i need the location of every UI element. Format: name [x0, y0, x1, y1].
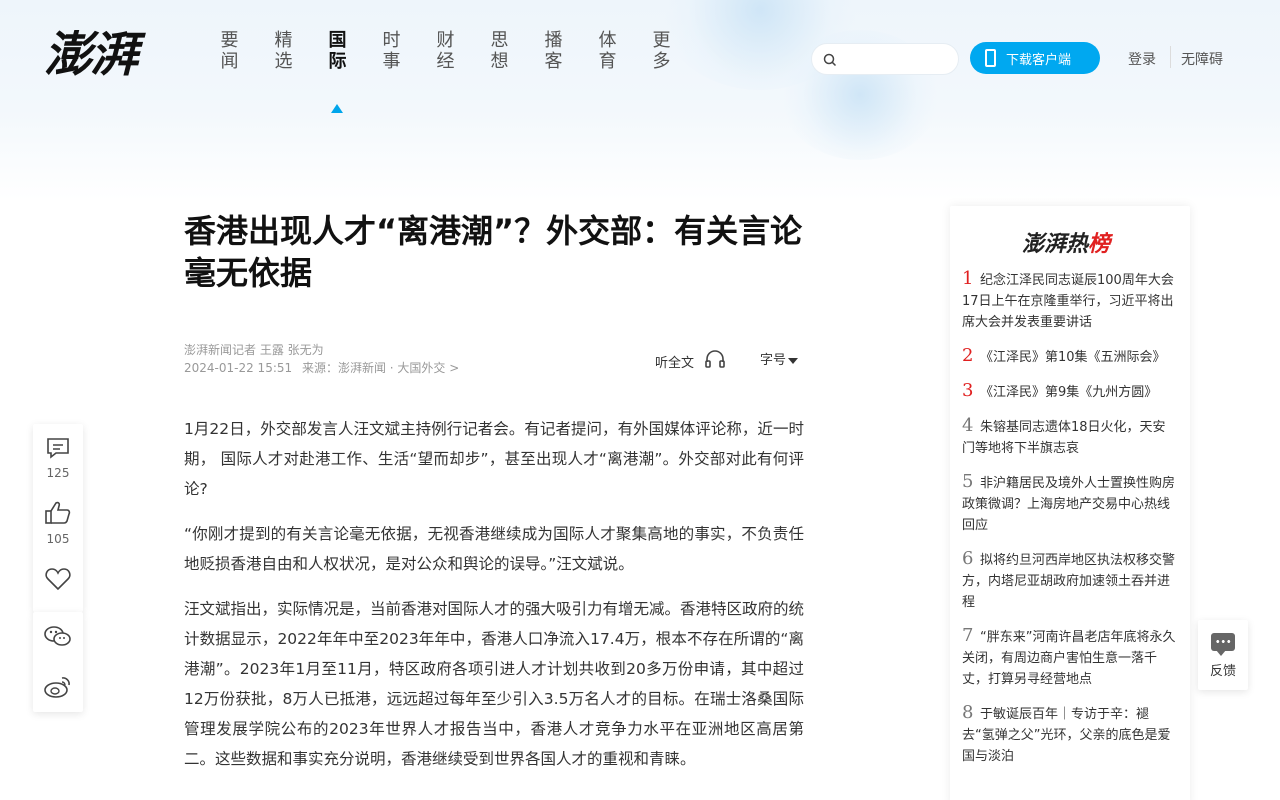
nav-item-international[interactable]: 国际 [328, 30, 382, 72]
article-paragraph: 1月22日，外交部发言人汪文斌主持例行记者会。有记者提问，有外国媒体评论称，近一… [184, 420, 804, 498]
like-count: 105 [46, 532, 70, 546]
wechat-share-button[interactable] [33, 624, 83, 654]
source-prefix: 来源： [301, 361, 338, 375]
hot-list-item[interactable]: 2 《江泽民》第10集《五洲际会》 [962, 345, 1176, 368]
nav-item-more[interactable]: 更多 [652, 30, 706, 72]
download-app-button[interactable]: 下载客户端 [970, 42, 1100, 74]
phone-icon [985, 49, 996, 67]
action-bar: 125 105 [33, 424, 83, 612]
article-source-link[interactable]: 澎湃新闻 · 大国外交 > [338, 361, 459, 375]
article-paragraph: 汪文斌指出，实际情况是，当前香港对国际人才的强大吸引力有增无减。香港特区政府的统… [184, 600, 805, 768]
hot-list-item[interactable]: 1 纪念江泽民同志诞辰100周年大会17日上午在京隆重举行，习近平将出席大会并发表… [962, 268, 1176, 333]
chat-bubble-icon [1211, 633, 1235, 656]
hot-list-item[interactable]: 7 “胖东来”河南许昌老店年底将永久关闭，有周边商户害怕生意一落千丈，打算另寻经营… [962, 625, 1176, 690]
login-link[interactable]: 登录 [1128, 49, 1156, 69]
hot-list-item[interactable]: 4 朱镕基同志遗体18日火化，天安门等地将下半旗志哀 [962, 415, 1176, 459]
nav-item-featured[interactable]: 精选 [274, 30, 328, 72]
hot-list-panel: 澎湃热榜 1 纪念江泽民同志诞辰100周年大会17日上午在京隆重举行，习近平将出席… [950, 206, 1190, 800]
listen-button[interactable]: 听全文 [655, 349, 726, 373]
article-paragraph: “你刚才提到的有关言论毫无依据，无视香港继续成为国际人才聚集高地的事实，不负责任… [184, 525, 804, 573]
font-size-button[interactable]: 字号 [760, 349, 799, 368]
favorite-button[interactable] [33, 566, 83, 596]
feedback-label: 反馈 [1209, 664, 1236, 679]
weibo-icon [43, 677, 73, 704]
article-authors: 澎湃新闻记者 王露 张无为 [184, 343, 324, 357]
thumbs-up-icon [44, 501, 72, 530]
heart-icon [44, 568, 72, 596]
listen-label: 听全文 [655, 355, 695, 371]
search-icon[interactable] [823, 52, 837, 71]
active-nav-indicator [331, 104, 343, 113]
site-logo[interactable]: 澎湃 [44, 26, 154, 84]
hot-list-item[interactable]: 5 非沪籍居民及境外人士置换性购房政策微调？上海房地产交易中心热线回应 [962, 471, 1176, 536]
font-size-label: 字号 [760, 353, 787, 368]
hot-list-item[interactable]: 8 于敏诞辰百年｜专访于辛：褪去“氢弹之父”光环，父亲的底色是爱国与淡泊 [962, 702, 1176, 767]
search-box[interactable] [811, 43, 959, 75]
article-datetime: 2024-01-22 15:51 [184, 361, 293, 375]
nav-item-sports[interactable]: 体育 [598, 30, 652, 72]
caret-down-icon [788, 357, 799, 364]
nav-item-finance[interactable]: 财经 [436, 30, 490, 72]
headphones-icon [694, 349, 726, 373]
comment-button[interactable]: 125 [33, 436, 83, 480]
hot-list-item[interactable]: 3 《江泽民》第9集《九州方圆》 [962, 380, 1176, 403]
nav-item-current-affairs[interactable]: 时事 [382, 30, 436, 72]
accessibility-link[interactable]: 无障碍 [1181, 49, 1223, 69]
nav-item-podcast[interactable]: 播客 [544, 30, 598, 72]
nav-item-thought[interactable]: 思想 [490, 30, 544, 72]
hot-list: 1 纪念江泽民同志诞辰100周年大会17日上午在京隆重举行，习近平将出席大会并发表… [962, 268, 1176, 779]
nav-item-news[interactable]: 要闻 [220, 30, 274, 72]
comment-icon [45, 438, 71, 464]
header-divider [1170, 46, 1171, 68]
hot-list-title: 澎湃热榜 [1022, 231, 1111, 257]
comment-count: 125 [46, 466, 70, 480]
download-label: 下载客户端 [1006, 52, 1072, 68]
article-meta: 2024-01-22 15:51 来源：澎湃新闻 · 大国外交 > [184, 359, 459, 376]
weibo-share-button[interactable] [33, 674, 83, 704]
article-body: 1月22日，外交部发言人汪文斌主持例行记者会。有记者提问，有外国媒体评论称，近一… [184, 414, 804, 789]
feedback-button[interactable]: 反馈 [1198, 620, 1248, 690]
main-nav: 要闻 精选 国际 时事 财经 思想 播客 体育 更多 [220, 30, 706, 72]
hot-list-item[interactable]: 6 拟将约旦河西岸地区执法权移交警方，内塔尼亚胡政府加速领土吞并进程 [962, 548, 1176, 613]
share-bar [33, 612, 83, 712]
article-title: 香港出现人才“离港潮”？外交部：有关言论毫无依据 [184, 212, 803, 292]
like-button[interactable]: 105 [33, 500, 83, 546]
wechat-icon [43, 626, 73, 654]
search-input[interactable] [844, 49, 952, 71]
